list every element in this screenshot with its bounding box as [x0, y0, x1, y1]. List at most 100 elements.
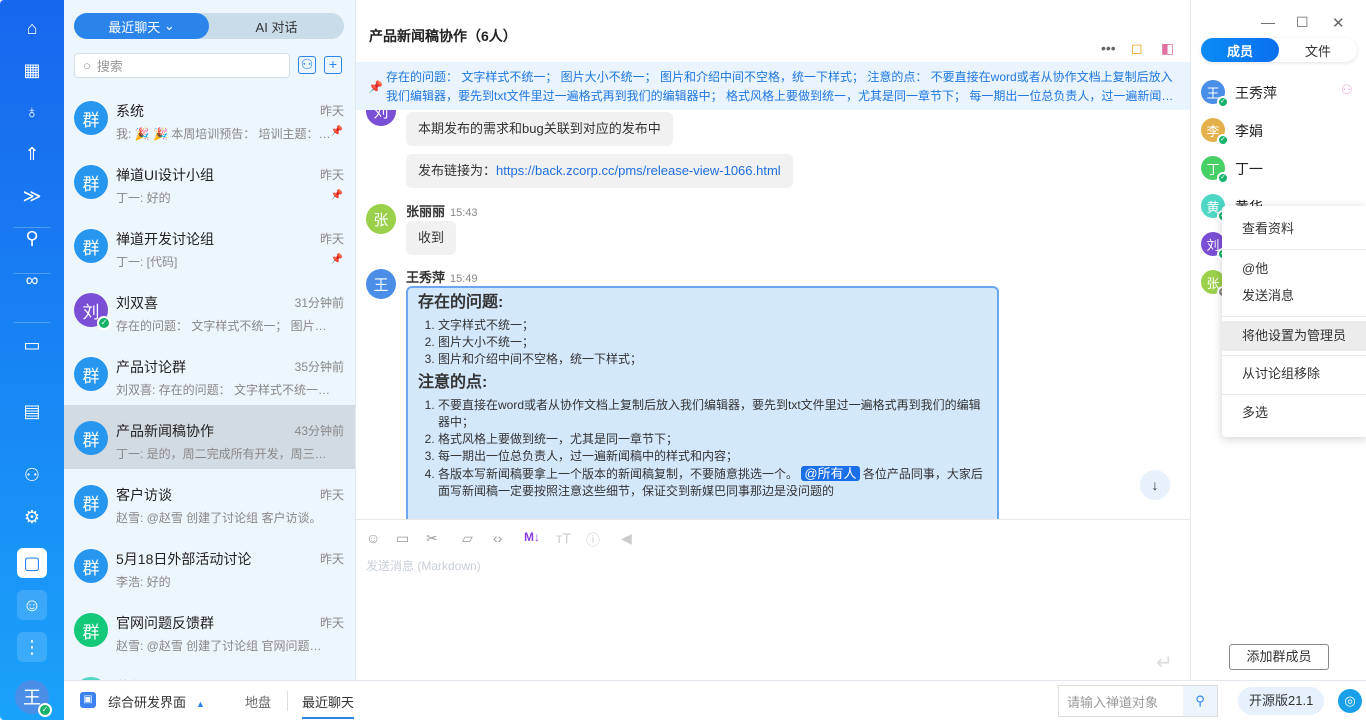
sidebar-toggle-icon[interactable]: ◧	[1161, 40, 1174, 57]
user-icon[interactable]: ☺	[17, 590, 47, 620]
online-icon: ✓	[1217, 172, 1229, 184]
member-item[interactable]: 丁 ✓ 丁一	[1201, 156, 1361, 186]
users-icon[interactable]: ⚇	[17, 460, 47, 490]
document-icon[interactable]: ▤	[17, 396, 47, 426]
breadcrumb-dashboard[interactable]: 地盘	[245, 692, 271, 711]
screenshot-icon[interactable]: ✂	[426, 530, 438, 547]
home-icon[interactable]: ⌂	[17, 13, 47, 43]
infinity-icon[interactable]: ∞	[17, 265, 47, 295]
conversation-item[interactable]: 群 官网问题反馈群 昨天 赵雪: @赵雪 创建了讨论组 官网问题反馈群	[64, 597, 355, 661]
megaphone-icon[interactable]: ◀	[621, 530, 632, 547]
more-icon[interactable]: •••	[1101, 40, 1116, 56]
tab-ai-chat[interactable]: AI 对话	[209, 13, 344, 39]
folder-icon[interactable]: ▱	[462, 530, 473, 547]
search-input[interactable]: ○ 搜索	[74, 53, 290, 78]
breadcrumb-recent-chats[interactable]: 最近聊天	[302, 692, 355, 719]
online-icon: ✓	[1217, 134, 1229, 146]
code-icon[interactable]: ‹›	[493, 530, 502, 546]
conversation-time: 31分钟前	[294, 296, 344, 310]
version-badge[interactable]: 开源版21.1	[1238, 687, 1325, 715]
rocket-icon[interactable]: ⇑	[17, 139, 47, 169]
online-icon: ✓	[38, 703, 52, 717]
conversation-preview: 丁一: 是的，周二完成所有开发，周三开始测试	[116, 447, 331, 461]
add-button[interactable]: +	[324, 56, 342, 74]
member-item[interactable]: 王 ✓ 王秀萍	[1201, 80, 1361, 110]
user-avatar[interactable]: 王 ✓	[15, 680, 52, 717]
divider	[14, 227, 50, 228]
emoji-icon[interactable]: ☺	[366, 530, 380, 546]
scroll-down-button[interactable]: ↓	[1140, 470, 1170, 500]
menu-item-multi-select[interactable]: 多选	[1222, 399, 1366, 427]
image-icon[interactable]: ▭	[396, 530, 409, 547]
workspace-switcher[interactable]: 综合研发界面 ▲	[108, 692, 205, 711]
alarm-icon[interactable]: ◻	[1131, 40, 1143, 57]
member-item[interactable]: 李 ✓ 李娟	[1201, 118, 1361, 148]
conversation-name: 官网问题反馈群	[116, 615, 214, 631]
conversation-item[interactable]: 群 产品新闻稿协作 43分钟前 丁一: 是的，周二完成所有开发，周三开始测试	[64, 405, 355, 469]
menu-item-mention[interactable]: @他	[1222, 255, 1366, 283]
conversation-item[interactable]: 群 5月18日外部活动讨论 昨天 李浩: 好的	[64, 533, 355, 597]
conversation-preview: 赵雪: @赵雪 创建了讨论组 官网问题反馈群	[116, 639, 331, 653]
mention-tag[interactable]: @所有人	[801, 466, 860, 481]
chat-panel: 产品新闻稿协作（6人） ••• ◻ ◧ 📌 存在的问题： 文字样式不统一； 图片大…	[355, 0, 1191, 680]
conversation-time: 43分钟前	[294, 424, 344, 438]
conversation-item[interactable]: 群 客户访谈 昨天 赵雪: @赵雪 创建了讨论组 客户访谈。	[64, 469, 355, 533]
avatar: 群	[74, 165, 108, 199]
member-name: 李娟	[1235, 123, 1263, 139]
lightbulb-icon[interactable]: ♁	[17, 97, 47, 127]
avatar: 群	[74, 357, 108, 391]
search-icon[interactable]: ⚲	[1183, 686, 1217, 716]
minimize-icon[interactable]: —	[1261, 14, 1275, 30]
add-member-button[interactable]: 添加群成员	[1229, 644, 1329, 670]
conversation-item[interactable]: 群 禅道UI设计小组 昨天 丁一: 好的 📌	[64, 149, 355, 213]
conversation-time: 昨天	[319, 168, 344, 182]
sprint-icon[interactable]: ≫	[17, 181, 47, 211]
chat-icon[interactable]: ▢	[17, 548, 47, 578]
close-icon[interactable]: ✕	[1332, 14, 1345, 32]
message-input[interactable]: 发送消息 (Markdown)	[366, 557, 481, 574]
conversation-item[interactable]: 群 产品讨论群 35分钟前 刘双喜: 存在的问题： 文字样式不统一； 图片	[64, 341, 355, 405]
menu-item-set-admin[interactable]: 将他设置为管理员	[1222, 321, 1366, 351]
conversation-item[interactable]: 群 禅道开发讨论组 昨天 丁一: [代码] 📌	[64, 213, 355, 277]
zentao-logo-icon[interactable]: ◎	[1338, 689, 1362, 713]
conversation-preview: 存在的问题： 文字样式不统一； 图片大小不统一	[116, 319, 331, 333]
conversation-item[interactable]: 刘✓ 刘双喜 31分钟前 存在的问题： 文字样式不统一； 图片大小不统一	[64, 277, 355, 341]
send-icon[interactable]: ↵	[1156, 650, 1173, 675]
markdown-icon[interactable]: M↓	[524, 530, 540, 544]
sender-name: 张丽丽 15:43	[406, 204, 478, 219]
apps-icon[interactable]: ⋮	[17, 632, 47, 662]
contacts-button[interactable]: ⚇	[298, 56, 316, 74]
menu-item-send-message[interactable]: 发送消息	[1222, 282, 1366, 310]
tab-members[interactable]: 成员	[1201, 38, 1279, 62]
pin-icon: 📌	[330, 190, 343, 201]
conversation-preview: 我: 🎉 🎉 本周培训预告： 培训主题： 禅道使用	[116, 127, 331, 141]
conversation-preview: 丁一: [代码]	[116, 255, 178, 269]
object-search-input[interactable]: 请输入禅道对象 ⚲	[1058, 685, 1218, 717]
menu-item-view-profile[interactable]: 查看资料	[1222, 215, 1366, 243]
presentation-icon[interactable]: ▭	[17, 330, 47, 360]
conversation-name: 产品讨论群	[116, 359, 186, 375]
gear-icon[interactable]: ⚙	[17, 502, 47, 532]
conversation-time: 昨天	[319, 232, 344, 246]
pin-icon: 📌	[368, 80, 383, 94]
text-size-icon[interactable]: ᴛT	[556, 530, 571, 546]
conversation-item[interactable]: 黄 黄华 昨天	[64, 661, 355, 680]
menu-item-remove[interactable]: 从讨论组移除	[1222, 360, 1366, 388]
maximize-icon[interactable]: ☐	[1296, 14, 1309, 31]
tab-recent-chats[interactable]: 最近聊天 ⌄	[74, 13, 209, 39]
avatar: 李 ✓	[1201, 118, 1229, 146]
divider	[1222, 355, 1366, 356]
conversation-time: 昨天	[319, 552, 344, 566]
member-name: 王秀萍	[1235, 85, 1277, 101]
grid-icon[interactable]: ▦	[17, 55, 47, 85]
pinned-message-bar[interactable]: 📌 存在的问题： 文字样式不统一； 图片大小不统一； 图片和介绍中间不空格，统一下…	[356, 62, 1191, 110]
release-link[interactable]: https://back.zcorp.cc/pms/release-view-1…	[496, 163, 781, 178]
list-item: 各版本写新闻稿要拿上一个版本的新闻稿复制，不要随意挑选一个。 @所有人 各位产品…	[438, 465, 987, 500]
message-bubble: 发布链接为：https://back.zcorp.cc/pms/release-…	[406, 154, 793, 188]
tab-files[interactable]: 文件	[1279, 38, 1357, 62]
list-item: 文字样式不统一；	[438, 317, 987, 334]
conversation-item[interactable]: 群 系统 昨天 我: 🎉 🎉 本周培训预告： 培训主题： 禅道使用 📌	[64, 85, 355, 149]
help-icon[interactable]: ⓘ	[586, 530, 600, 550]
member-name: 丁一	[1235, 161, 1263, 177]
online-icon: ✓	[1217, 96, 1229, 108]
